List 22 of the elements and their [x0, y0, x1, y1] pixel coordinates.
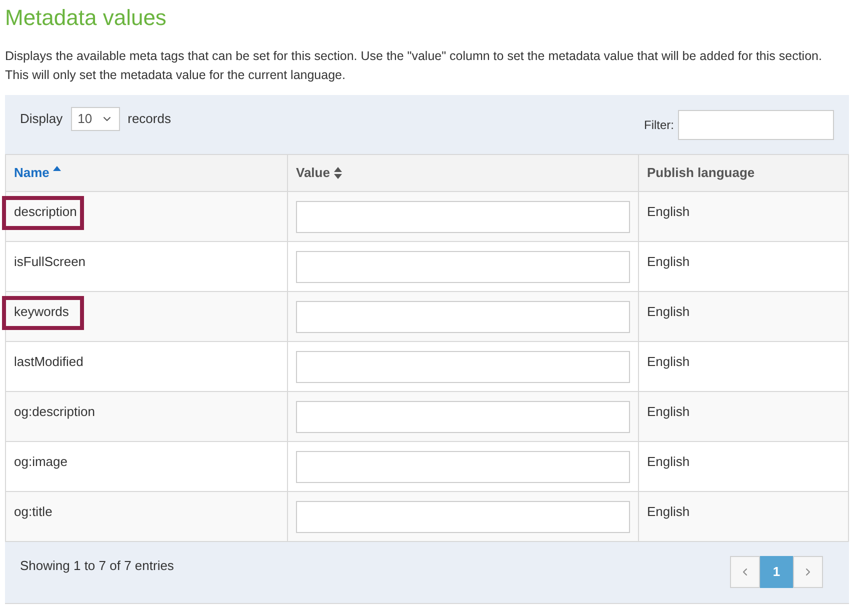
column-header: Publish language [638, 154, 848, 192]
column-header[interactable]: Name [6, 154, 288, 192]
table-cell: og:title [6, 492, 288, 542]
section-description: Displays the available meta tags that can be set for this section. Use the "value" column to set the metadata value that will be added for this section. This will only set the metadata value for the current language. [4, 48, 823, 84]
records-label: records [128, 110, 171, 128]
previous-page-button[interactable] [730, 556, 760, 588]
value-field[interactable] [296, 350, 630, 382]
value-field[interactable] [296, 450, 630, 482]
filter-label: Filter: [644, 116, 674, 134]
filter-field[interactable] [678, 110, 834, 140]
next-page-button[interactable] [793, 556, 823, 588]
column-header[interactable]: Value [288, 154, 638, 192]
value-field[interactable] [296, 300, 630, 332]
value-field[interactable] [296, 500, 630, 532]
value-field[interactable] [296, 250, 630, 282]
page-heading: Metadata values [4, 4, 168, 32]
value-field[interactable] [296, 200, 630, 232]
table-cell: English [638, 492, 848, 542]
display-label: Display [20, 110, 63, 128]
value-field[interactable] [296, 400, 630, 432]
entries-info: Showing 1 to 7 of 7 entries [20, 557, 174, 575]
records-select[interactable]: 10 [70, 106, 120, 130]
